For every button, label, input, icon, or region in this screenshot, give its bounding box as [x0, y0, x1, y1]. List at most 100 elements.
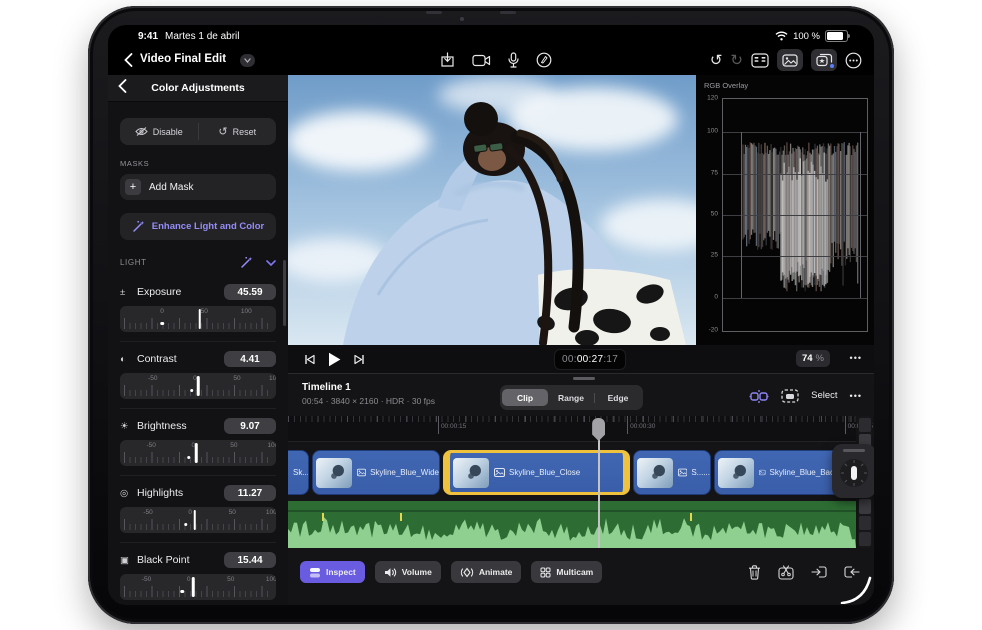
project-title-chevron[interactable] — [240, 54, 255, 67]
slider-ruler[interactable]: -50 0 50 100 — [120, 440, 276, 466]
highlights-slider: ◎ Highlights 11.27 -50 0 50 100 — [120, 475, 276, 542]
media-browser-button[interactable] — [777, 49, 803, 71]
back-button[interactable] — [118, 50, 138, 70]
timeline-name: Timeline 1 — [302, 382, 351, 393]
viewer[interactable] — [288, 75, 696, 345]
jog-wheel[interactable] — [832, 444, 874, 498]
clip-selected[interactable]: Skyline_Blue_Close — [443, 450, 630, 495]
add-mask-button[interactable]: + Add Mask — [120, 174, 276, 200]
mic-icon[interactable] — [508, 52, 519, 68]
pencil-icon[interactable] — [536, 52, 552, 68]
tick-label: 50 — [200, 308, 208, 315]
project-title[interactable]: Video Final Edit — [140, 53, 226, 65]
slider-ruler[interactable]: -50 0 50 100 — [120, 574, 276, 600]
slider-thumb[interactable] — [193, 510, 197, 530]
reset-icon: ↺ — [218, 126, 228, 138]
slider-icon: ☀ — [120, 420, 129, 432]
more-icon[interactable] — [845, 52, 862, 69]
slider-icon: ± — [120, 286, 126, 298]
clip[interactable]: S...... — [633, 450, 711, 495]
auto-enhance-icon[interactable] — [240, 256, 253, 269]
collapse-chevron-icon[interactable] — [266, 259, 276, 266]
select-mode-icon[interactable] — [781, 388, 799, 403]
slider-thumb[interactable] — [196, 376, 200, 396]
jog-dial-icon[interactable] — [837, 456, 871, 490]
inspect-button[interactable]: Inspect — [300, 561, 365, 583]
viewer-more-icon[interactable]: ••• — [850, 353, 862, 363]
timeline-ruler[interactable]: 00:00:15 00:00:30 00:00:45 — [288, 416, 873, 442]
export-notification-dot — [830, 64, 834, 68]
audio-track[interactable] — [288, 501, 856, 548]
scope-range-line — [860, 132, 861, 298]
insert-clip-icon[interactable] — [811, 565, 827, 579]
clip-thumbnail — [453, 457, 489, 488]
tick-label: -50 — [141, 576, 152, 583]
clip[interactable]: Sk...... — [288, 450, 309, 495]
light-section-label: LIGHT — [120, 258, 147, 267]
timeline-section: Timeline 1 00:54 · 3840 × 2160 · HDR · 3… — [288, 373, 874, 605]
slider-value[interactable]: 15.44 — [224, 552, 276, 568]
select-label[interactable]: Select — [811, 390, 837, 401]
undo-icon[interactable]: ↺ — [710, 53, 723, 68]
slider-ruler[interactable]: -50 0 50 100 — [120, 373, 276, 399]
scope-gridline — [723, 132, 867, 134]
scope-plot — [722, 98, 868, 332]
slider-value[interactable]: 45.59 — [224, 284, 276, 300]
slider-value[interactable]: 9.07 — [224, 418, 276, 434]
ipad-device-frame: 9:41 Martes 1 de abril 100 % Video Final… — [88, 6, 894, 624]
reset-button[interactable]: ↺ Reset — [199, 118, 277, 145]
viewer-photo — [288, 75, 696, 345]
slider-name: Highlights — [137, 487, 184, 499]
mode-edge[interactable]: Edge — [595, 389, 641, 406]
slider-ticks — [124, 452, 272, 463]
mode-range[interactable]: Range — [548, 389, 594, 406]
multicam-button[interactable]: Multicam — [531, 561, 603, 583]
export-button[interactable] — [811, 49, 837, 71]
battery-percent: 100 % — [793, 30, 820, 42]
tick-label: 0 — [160, 308, 164, 315]
timecode-display[interactable]: 00: 00:27:17 — [554, 349, 627, 370]
tick-label: -50 — [148, 375, 158, 382]
play-button[interactable] — [328, 352, 341, 367]
contrast-slider: ◐ Contrast 4.41 -50 0 50 100 — [120, 341, 276, 408]
slider-origin-dot — [186, 455, 191, 459]
animate-button[interactable]: Animate — [450, 561, 522, 583]
scope-scale-label: 120 — [707, 94, 718, 102]
panel-back-button[interactable] — [118, 79, 127, 93]
jog-drag-handle[interactable] — [843, 449, 865, 452]
color-adjustments-panel: Color Adjustments Disable ↺ Reset MASKS … — [108, 75, 288, 605]
slider-value[interactable]: 11.27 — [224, 485, 276, 501]
tick-label: -50 — [146, 442, 156, 449]
clip[interactable]: Skyline_Blue_Wide — [312, 450, 440, 495]
timeline-more-icon[interactable]: ••• — [850, 391, 862, 401]
redo-icon[interactable]: ↻ — [730, 53, 743, 68]
volume-button[interactable]: Volume — [374, 561, 441, 583]
enhance-light-color-button[interactable]: Enhance Light and Color — [120, 213, 276, 240]
trash-icon[interactable] — [748, 564, 761, 580]
magnetic-timeline-icon[interactable] — [749, 389, 769, 403]
rgb-overlay-scope: RGB Overlay 120 100 75 50 25 0 -20 — [696, 75, 874, 345]
import-icon[interactable] — [440, 52, 455, 68]
ruler-timestamp: 00:00:30 — [627, 416, 655, 434]
slider-thumb[interactable] — [195, 443, 198, 463]
slider-value[interactable]: 4.41 — [224, 351, 276, 367]
browser-toggle-icon[interactable] — [751, 52, 769, 68]
mode-clip[interactable]: Clip — [502, 389, 548, 406]
slider-ruler[interactable]: 0 50 100 — [120, 306, 276, 332]
slider-name: Exposure — [137, 286, 182, 298]
slider-ruler[interactable]: -50 0 50 100 — [120, 507, 276, 533]
previous-frame-icon[interactable] — [304, 354, 315, 365]
slider-thumb[interactable] — [192, 577, 195, 597]
slider-origin-dot — [190, 388, 194, 392]
slider-origin-dot — [180, 589, 185, 593]
photo-badge-icon — [759, 469, 766, 476]
camera-icon[interactable] — [472, 54, 491, 67]
disable-button[interactable]: Disable — [120, 118, 198, 145]
tick-label: 50 — [233, 375, 241, 382]
scope-scale-label: 100 — [707, 127, 718, 135]
app-toolbar: Video Final Edit ↺ ↻ — [108, 45, 874, 75]
viewer-zoom-level[interactable]: 74% — [795, 350, 830, 367]
sidebar-scrollbar[interactable] — [283, 260, 286, 326]
next-frame-icon[interactable] — [354, 354, 365, 365]
cut-clip-icon[interactable] — [778, 564, 794, 580]
